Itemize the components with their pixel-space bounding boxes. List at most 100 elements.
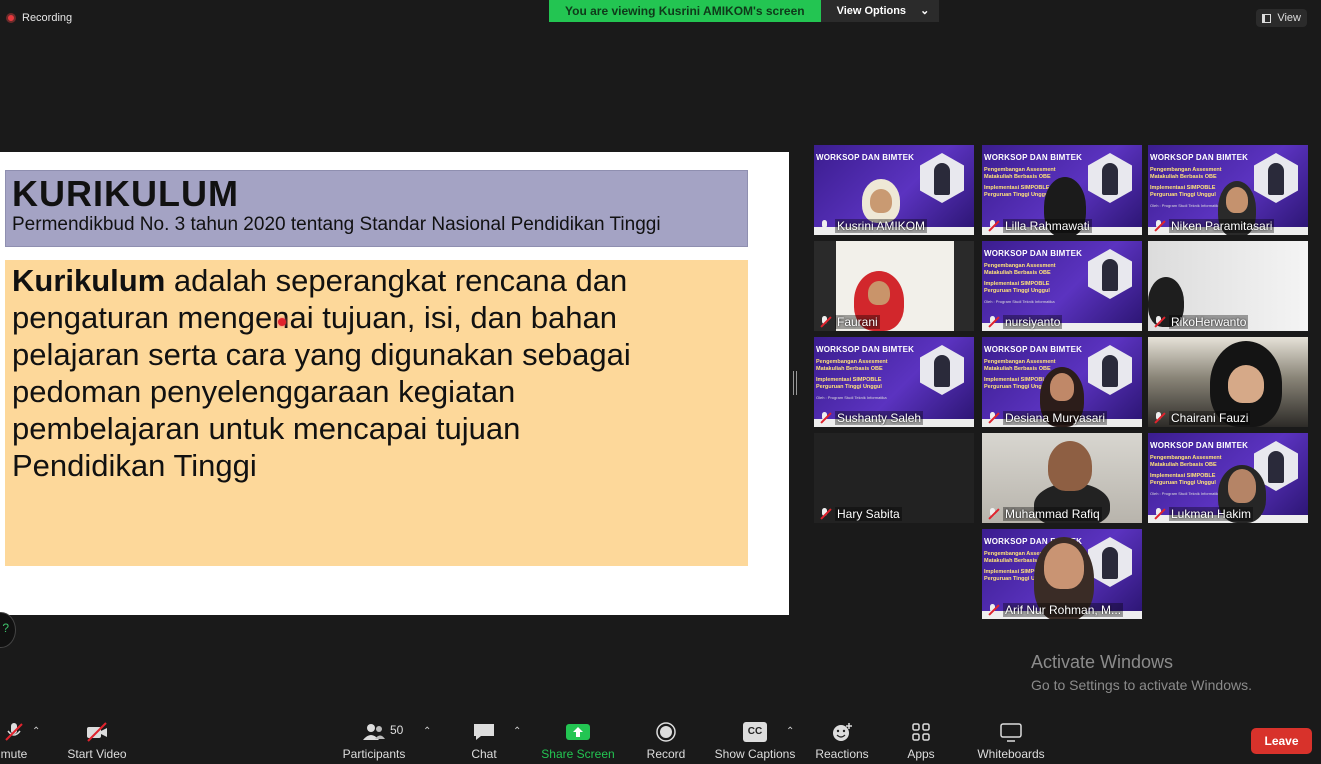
video-tile[interactable]: WORKSOP DAN BIMTEK Pengembangan Assesmen… <box>982 241 1142 331</box>
activate-windows-title: Activate Windows <box>1031 652 1174 672</box>
slide-line-1: adalah seperangkat rencana dan <box>165 263 628 298</box>
mute-button[interactable]: mute <box>0 712 32 764</box>
participant-name: Niken Paramitasari <box>1153 219 1275 233</box>
poster-credit: Oleh : Program Studi Teknik Informatika <box>1150 491 1221 496</box>
slide-body-text: Kurikulum adalah seperangkat rencana dan… <box>12 262 732 484</box>
video-tile[interactable]: WORKSOP DAN BIMTEK Pengembangan Assesmen… <box>982 337 1142 427</box>
panel-resize-handle[interactable] <box>793 371 797 395</box>
recording-indicator[interactable]: Recording <box>6 12 72 24</box>
view-button[interactable]: View <box>1256 9 1307 27</box>
poster-logo <box>1088 153 1132 203</box>
reactions-label: Reactions <box>815 747 869 761</box>
poster-subtitle: Pengembangan Assesment Matakuliah Berbasi… <box>1150 455 1222 469</box>
poster-subtitle: Pengembangan Assesment Matakuliah Berbasi… <box>984 263 1056 277</box>
participant-name: Muhammad Rafiq <box>987 507 1102 521</box>
video-tile[interactable]: WORKSOP DAN BIMTEK Pengembangan Assesmen… <box>1148 433 1308 523</box>
record-button[interactable]: Record <box>640 712 692 764</box>
video-tile[interactable]: Muhammad Rafiq <box>982 433 1142 523</box>
participant-name: Desiana Muryasari <box>987 411 1108 425</box>
leave-button[interactable]: Leave <box>1251 728 1312 754</box>
participant-name: Lilla Rahmawati <box>987 219 1092 233</box>
video-tile[interactable]: WORKSOP DAN BIMTEK Pengembangan Assesmen… <box>1148 145 1308 235</box>
mute-label: mute <box>0 747 28 761</box>
mic-muted-icon <box>987 220 999 232</box>
reactions-button[interactable]: Reactions <box>812 712 872 764</box>
participant-name: RikoHerwanto <box>1153 315 1249 329</box>
video-tile[interactable]: WORKSOP DAN BIMTEK Pengembangan Assesmen… <box>814 337 974 427</box>
poster-title: WORKSOP DAN BIMTEK <box>816 153 915 162</box>
slide-header: KURIKULUM Permendikbud No. 3 tahun 2020 … <box>5 170 748 247</box>
mic-muted-icon <box>819 412 831 424</box>
participant-face <box>1226 187 1248 213</box>
poster-line: Perguruan Tinggi Unggul <box>816 384 882 390</box>
mic-muted-icon <box>819 316 831 328</box>
video-tile[interactable]: Chairani Fauzi <box>1148 337 1308 427</box>
poster-line: Pengembangan Assesment <box>984 359 1056 365</box>
poster-line: Matakuliah Berbasis OBE <box>1150 174 1217 180</box>
captions-options-caret-icon[interactable]: ⌃ <box>786 726 794 737</box>
view-options-button[interactable]: View Options ⌄ <box>820 0 940 22</box>
participant-face <box>1228 469 1256 503</box>
participants-count: 50 <box>390 723 404 737</box>
mic-muted-icon <box>987 412 999 424</box>
apps-button[interactable]: Apps <box>900 712 942 764</box>
shared-screen-slide: KURIKULUM Permendikbud No. 3 tahun 2020 … <box>0 152 789 615</box>
mic-muted-icon <box>987 604 999 616</box>
poster-line: Implementasi SIMPOBLE <box>1150 185 1216 191</box>
participant-name: Hary Sabita <box>819 507 902 521</box>
video-tile[interactable]: WORKSOP DAN BIMTEK Pengembangan Assesmen… <box>982 529 1142 619</box>
participant-name: Chairani Fauzi <box>1153 411 1251 425</box>
video-camera-off-icon <box>87 722 107 742</box>
slide-line-5: pembelajaran untuk mencapai tujuan <box>12 411 521 446</box>
mic-icon <box>819 220 831 232</box>
video-tile[interactable]: WORKSOP DAN BIMTEK Kusrini AMIKOM <box>814 145 974 235</box>
poster-logo <box>1088 345 1132 395</box>
poster-line: Implementasi SIMPOBLE <box>816 377 882 383</box>
show-captions-button[interactable]: CC Show Captions <box>712 712 798 764</box>
poster-line: Pengembangan Assesment <box>984 167 1056 173</box>
poster-subtitle-2: Implementasi SIMPOBLE Perguruan Tinggi Un… <box>984 185 1050 199</box>
start-video-button[interactable]: Start Video <box>62 712 132 764</box>
poster-line: Matakuliah Berbasis OBE <box>984 366 1051 372</box>
poster-credit: Oleh : Program Studi Teknik Informatika <box>816 395 887 400</box>
poster-credit: Oleh : Program Studi Teknik Informatika <box>1150 203 1221 208</box>
slide-line-6: Pendidikan Tinggi <box>12 448 257 483</box>
video-tile[interactable]: Faurani <box>814 241 974 331</box>
mic-muted-icon <box>1153 316 1165 328</box>
whiteboards-button[interactable]: Whiteboards <box>972 712 1050 764</box>
chat-options-caret-icon[interactable]: ⌃ <box>513 726 521 737</box>
participant-face <box>868 281 890 305</box>
mic-muted-icon <box>987 508 999 520</box>
side-help-button[interactable]: ? <box>0 612 16 648</box>
participants-icon <box>363 724 385 740</box>
recording-label: Recording <box>22 12 73 24</box>
video-tile[interactable]: Hary Sabita <box>814 433 974 523</box>
poster-title: WORKSOP DAN BIMTEK <box>1150 441 1249 450</box>
poster-logo <box>1088 537 1132 587</box>
chat-label: Chat <box>471 747 497 761</box>
participants-button[interactable]: Participants <box>340 712 408 764</box>
record-icon <box>656 722 676 742</box>
record-dot-icon <box>6 13 16 23</box>
chat-button[interactable]: Chat <box>462 712 506 764</box>
audio-options-caret-icon[interactable]: ⌃ <box>32 726 40 737</box>
poster-line: Implementasi SIMPOBLE <box>984 185 1050 191</box>
poster-line: Perguruan Tinggi Unggul <box>984 192 1050 198</box>
slide-line-3: pelajaran serta cara yang digunakan seba… <box>12 337 631 372</box>
share-screen-button[interactable]: Share Screen <box>538 712 618 764</box>
poster-title: WORKSOP DAN BIMTEK <box>984 345 1083 354</box>
mic-muted-icon <box>1153 412 1165 424</box>
closed-captions-icon: CC <box>743 722 767 742</box>
poster-subtitle-2: Implementasi SIMPOBLE Perguruan Tinggi Un… <box>1150 185 1216 199</box>
mic-muted-icon <box>1153 508 1165 520</box>
poster-logo <box>920 153 964 203</box>
share-screen-label: Share Screen <box>541 747 615 761</box>
mic-muted-icon <box>1153 220 1165 232</box>
poster-subtitle: Pengembangan Assesment Matakuliah Berbasi… <box>984 359 1056 373</box>
slide-line-4: pedoman penyelenggaraan kegiatan <box>12 374 516 409</box>
viewing-screen-label: You are viewing Kusrini AMIKOM's screen <box>549 0 821 22</box>
whiteboards-label: Whiteboards <box>977 747 1045 761</box>
video-tile[interactable]: WORKSOP DAN BIMTEK Pengembangan Assesmen… <box>982 145 1142 235</box>
participants-options-caret-icon[interactable]: ⌃ <box>423 726 431 737</box>
video-tile[interactable]: RikoHerwanto <box>1148 241 1308 331</box>
